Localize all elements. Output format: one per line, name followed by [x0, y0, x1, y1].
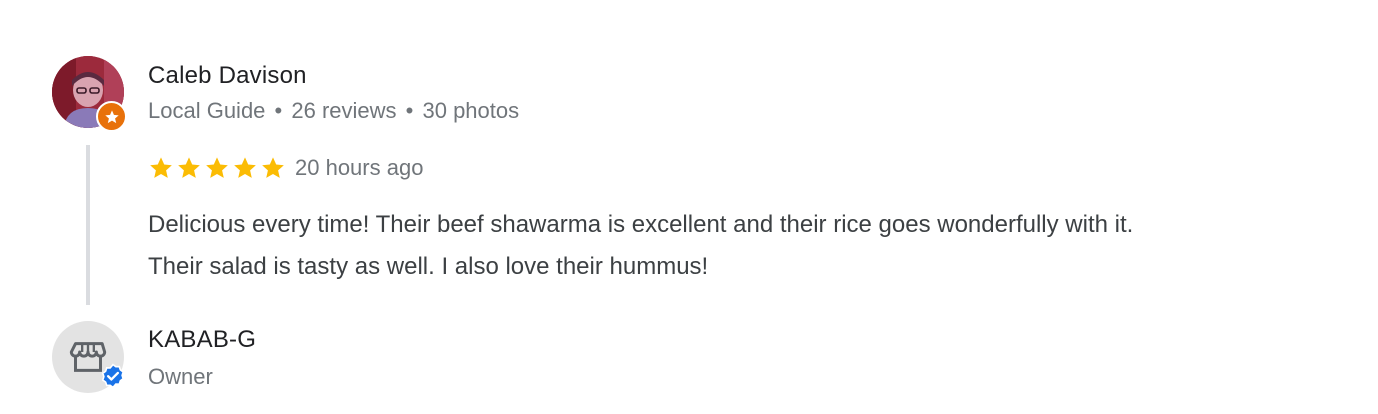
review-text: Delicious every time! Their beef shawarm… [148, 204, 1358, 288]
review-time: 20 hours ago [295, 155, 424, 180]
reviewer-badge-label: Local Guide [148, 98, 266, 123]
meta-separator: • [274, 98, 283, 123]
star-icon [178, 157, 200, 178]
photo-count: 30 photos [422, 98, 520, 123]
reviewer-name[interactable]: Caleb Davison [148, 62, 307, 90]
star-icon [206, 157, 228, 178]
local-guide-badge-icon [96, 101, 127, 132]
reviewer-meta: Local Guide • 26 reviews • 30 photos [148, 98, 519, 124]
verified-owner-badge [100, 363, 126, 389]
review-text-line: Their salad is tasty as well. I also lov… [148, 253, 709, 280]
review-text-line: Delicious every time! Their beef shawarm… [148, 211, 1134, 238]
owner-name[interactable]: KABAB-G [148, 326, 256, 354]
review-count: 26 reviews [291, 98, 397, 123]
star-icon [262, 157, 284, 178]
star-badge-icon [104, 109, 119, 123]
star-icon [150, 157, 172, 178]
reply-thread-line [86, 145, 90, 305]
star-rating [148, 155, 286, 181]
meta-separator: • [405, 98, 414, 123]
owner-role: Owner [148, 364, 213, 389]
rating-row: 20 hours ago [148, 154, 423, 182]
verified-check-icon [101, 363, 125, 389]
star-icon [234, 157, 256, 178]
owner-avatar[interactable] [52, 321, 126, 393]
reviewer-avatar[interactable] [52, 56, 127, 132]
